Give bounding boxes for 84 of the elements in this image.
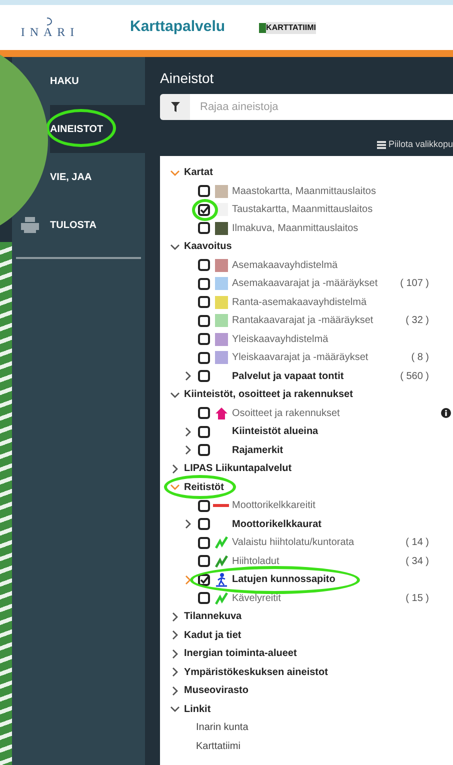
chevron-icon[interactable] <box>170 612 180 622</box>
checkbox[interactable] <box>198 204 210 216</box>
layer-label: Rantakaavarajat ja -määräykset <box>232 314 374 328</box>
group-title[interactable]: LIPAS Liikuntapalvelut <box>184 461 292 476</box>
checkbox[interactable] <box>198 222 210 234</box>
group-title[interactable]: Kartat <box>184 165 213 180</box>
leaf-logo-icon <box>259 22 266 32</box>
group-title[interactable]: Inergian toiminta-alueet <box>184 646 297 662</box>
printer-icon <box>20 216 40 234</box>
link[interactable]: Karttatiimi <box>196 738 240 754</box>
chevron-icon[interactable] <box>170 242 180 252</box>
layer-label: Osoitteet ja rakennukset <box>232 406 340 421</box>
checkbox[interactable] <box>198 574 210 586</box>
layer-label: Kiinteistöt alueina <box>232 425 318 440</box>
panel-title: Aineistot <box>160 69 215 87</box>
list-icon <box>377 140 386 149</box>
layer-label: Rajamerkit <box>232 444 284 458</box>
link[interactable]: Inarin kunta <box>196 720 248 736</box>
app-title: Karttapalvelu <box>130 17 226 38</box>
layer-count: ( 32 ) <box>406 314 429 328</box>
chevron-icon[interactable] <box>170 630 180 640</box>
hide-menu-link[interactable]: Piilota valikkopu <box>388 138 453 152</box>
layer-label: Maastokartta, Maanmittauslaitos <box>232 184 376 199</box>
checkbox[interactable] <box>198 370 210 382</box>
layer-label: Valaistu hiihtolatu/kuntorata <box>232 536 354 550</box>
group-title[interactable]: Linkit <box>184 702 211 717</box>
chevron-icon[interactable] <box>170 667 180 678</box>
layer-count: ( 14 ) <box>406 536 429 550</box>
group-title[interactable]: Ympäristökeskuksen aineistot <box>184 664 328 680</box>
chevron-icon[interactable] <box>170 686 180 696</box>
layer-count: ( 560 ) <box>400 370 429 384</box>
group-title[interactable]: Reitistöt <box>184 480 224 495</box>
layer-label: Latujen kunnossapito <box>232 573 336 588</box>
filter-icon <box>170 102 180 112</box>
chevron-icon[interactable] <box>183 445 193 456</box>
chevron-icon[interactable] <box>183 371 193 382</box>
checkbox[interactable] <box>198 500 210 512</box>
checkbox[interactable] <box>198 536 210 549</box>
info-icon[interactable] <box>441 408 451 418</box>
chevron-icon[interactable] <box>183 519 193 530</box>
checkbox[interactable] <box>198 314 210 327</box>
filter-field[interactable]: Rajaa aineistoja <box>190 94 453 120</box>
checkbox[interactable] <box>198 296 210 308</box>
layer-label: Taustakartta, Maanmittauslaitos <box>232 203 373 218</box>
chevron-icon[interactable] <box>170 704 180 714</box>
checkbox[interactable] <box>198 518 210 530</box>
logo-text: INARI <box>20 26 80 38</box>
layer-label: Palvelut ja vapaat tontit <box>232 370 344 384</box>
layer-label: Yleiskaavayhdistelmä <box>232 332 328 347</box>
layer-label: Kävelyreitit <box>232 592 281 606</box>
layer-label: Moottorikelkkareitit <box>232 499 316 514</box>
group-title[interactable]: Kaavoitus <box>184 239 232 254</box>
layer-label: Ranta-asemakaavayhdistelmä <box>232 296 367 310</box>
layer-label: Moottorikelkkaurat <box>232 518 322 532</box>
checkbox[interactable] <box>198 592 210 604</box>
group-title[interactable]: Kadut ja tiet <box>184 628 242 643</box>
layer-label: Yleiskaavarajat ja -määräykset <box>232 351 368 366</box>
group-title[interactable]: Kiinteistöt, osoitteet ja rakennukset <box>184 387 353 402</box>
layer-label: Ilmakuva, Maanmittauslaitos <box>232 222 358 236</box>
checkbox[interactable] <box>198 333 210 346</box>
layer-label: Hiihtoladut <box>232 554 280 569</box>
checkbox[interactable] <box>198 426 210 438</box>
layer-count: ( 8 ) <box>411 351 429 366</box>
chevron-icon[interactable] <box>170 464 180 474</box>
group-title[interactable]: Tilannekuva <box>184 609 242 624</box>
checkbox[interactable] <box>198 352 210 364</box>
layer-label: Asemakaavarajat ja -määräykset <box>232 277 378 292</box>
checkbox[interactable] <box>198 278 210 290</box>
logo-swirl-icon <box>45 17 55 26</box>
layer-count: ( 15 ) <box>406 592 429 606</box>
layer-label: Asemakaavayhdistelmä <box>232 258 338 273</box>
layer-count: ( 34 ) <box>406 554 429 569</box>
checkbox[interactable] <box>198 407 210 420</box>
chevron-icon[interactable] <box>170 648 180 659</box>
chevron-icon[interactable] <box>170 390 180 400</box>
checkbox[interactable] <box>198 259 210 272</box>
checkbox[interactable] <box>198 185 210 198</box>
layer-count: ( 107 ) <box>400 277 429 292</box>
chevron-icon[interactable] <box>183 426 193 437</box>
checkbox[interactable] <box>198 444 210 456</box>
checkbox[interactable] <box>198 555 210 568</box>
group-title[interactable]: Museovirasto <box>184 683 248 698</box>
partner-logo-text: KARTTATIIMI <box>266 22 316 34</box>
filter-button[interactable] <box>160 94 190 120</box>
